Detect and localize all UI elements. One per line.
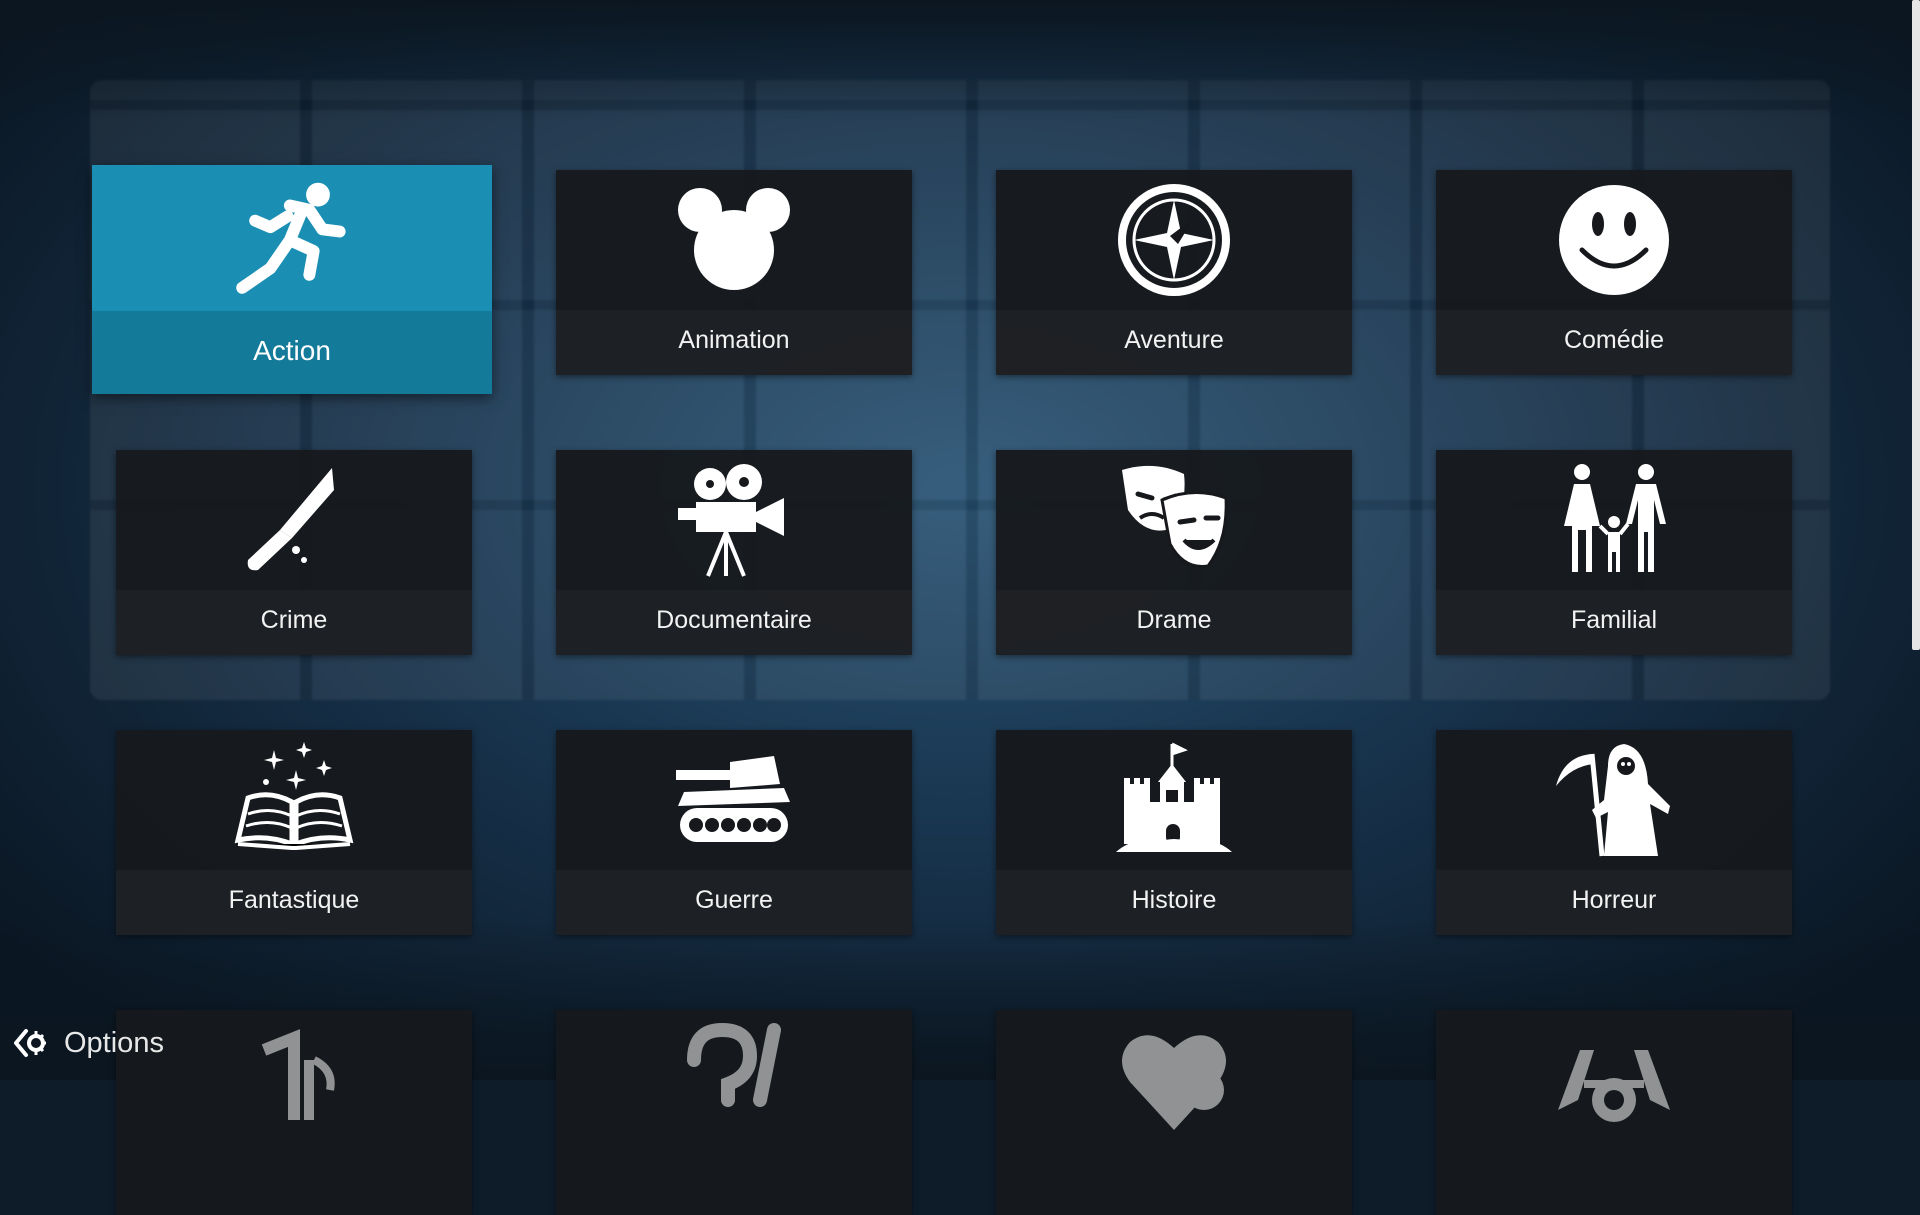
genre-tile-guerre[interactable]: Guerre bbox=[556, 730, 912, 935]
genre-tile-documentaire[interactable]: Documentaire bbox=[556, 450, 912, 655]
tank-icon bbox=[676, 756, 790, 842]
genre-label: Documentaire bbox=[556, 590, 912, 655]
genre-tile-action[interactable]: Action bbox=[92, 165, 492, 394]
genre-label: Guerre bbox=[556, 870, 912, 935]
music-note-icon bbox=[261, 1029, 335, 1120]
genre-tile-histoire[interactable]: Histoire bbox=[996, 730, 1352, 935]
genre-label: Action bbox=[92, 311, 492, 394]
theater-masks-icon bbox=[1122, 465, 1228, 569]
bloody-knife-icon bbox=[247, 468, 334, 571]
genre-tile-crime[interactable]: Crime bbox=[116, 450, 472, 655]
film-camera-icon bbox=[678, 464, 784, 577]
genre-tile-comedie[interactable]: Comédie bbox=[1436, 170, 1792, 375]
genre-tile-animation[interactable]: Animation bbox=[556, 170, 912, 375]
options-button[interactable]: Options bbox=[12, 1022, 164, 1064]
background-top-fade bbox=[0, 0, 1920, 120]
compass-icon bbox=[1118, 184, 1230, 296]
genre-label: Drame bbox=[996, 590, 1352, 655]
options-label: Options bbox=[64, 1026, 164, 1059]
genre-tile-horreur[interactable]: Horreur bbox=[1436, 730, 1792, 935]
magic-book-icon bbox=[234, 742, 354, 850]
genre-tile-drame[interactable]: Drame bbox=[996, 450, 1352, 655]
options-icon bbox=[14, 1029, 46, 1057]
heart-icon bbox=[1122, 1035, 1226, 1130]
family-icon bbox=[1564, 464, 1666, 572]
genre-tile-familial[interactable]: Familial bbox=[1436, 450, 1792, 655]
genre-tile-aventure[interactable]: Aventure bbox=[996, 170, 1352, 375]
smiley-icon bbox=[1559, 185, 1669, 295]
genre-tile-fantastique[interactable]: Fantastique bbox=[116, 730, 472, 935]
scrollbar[interactable] bbox=[1912, 0, 1920, 650]
genre-label: Comédie bbox=[1436, 310, 1792, 375]
tie-fighter-icon bbox=[1558, 1050, 1670, 1122]
genre-tile-partial[interactable] bbox=[1436, 1010, 1792, 1215]
genre-label: Horreur bbox=[1436, 870, 1792, 935]
genre-tile-partial[interactable] bbox=[556, 1010, 912, 1215]
question-mark-icon bbox=[687, 1022, 781, 1107]
genre-label: Histoire bbox=[996, 870, 1352, 935]
genre-label: Familial bbox=[1436, 590, 1792, 655]
grim-reaper-icon bbox=[1556, 744, 1670, 857]
castle-icon bbox=[1116, 742, 1232, 852]
genre-label: Fantastique bbox=[116, 870, 472, 935]
genre-tile-partial[interactable] bbox=[116, 1010, 472, 1215]
running-man-icon bbox=[236, 182, 346, 294]
mouse-ears-icon bbox=[678, 188, 790, 290]
genre-label: Animation bbox=[556, 310, 912, 375]
genre-tile-partial[interactable] bbox=[996, 1010, 1352, 1215]
genre-label: Aventure bbox=[996, 310, 1352, 375]
genre-label: Crime bbox=[116, 590, 472, 655]
